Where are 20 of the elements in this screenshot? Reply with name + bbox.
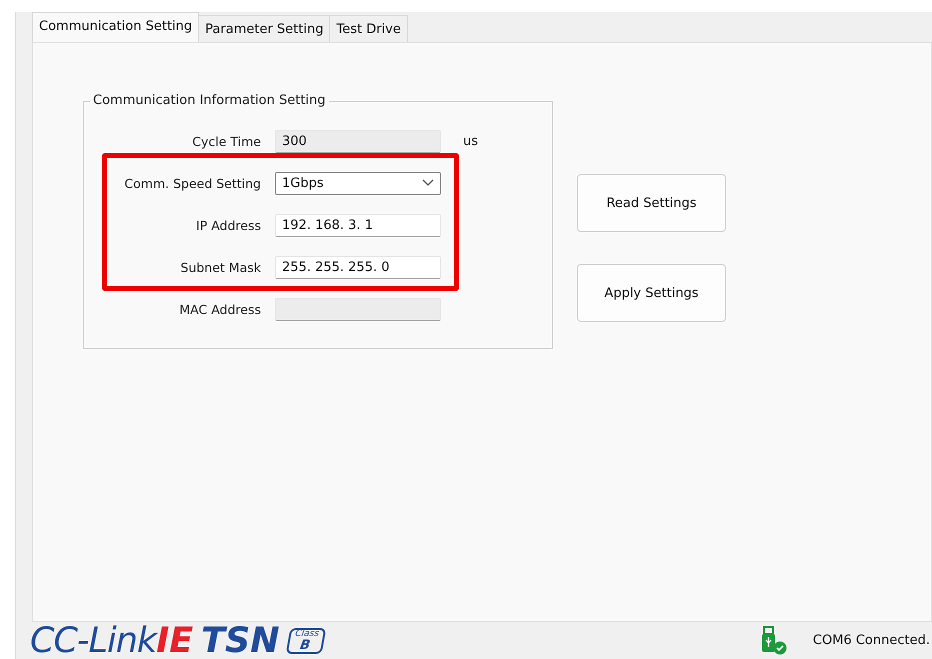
logo-accent-text: IE [156, 620, 194, 659]
tab[interactable]: Test Drive [329, 15, 408, 42]
logo-text: CC-Link [30, 620, 156, 659]
logo-suffix-text: TSN [201, 620, 280, 659]
text-field[interactable]: 192. 168. 3. 1 [275, 214, 441, 236]
field-label: MAC Address [178, 302, 261, 316]
field-label: Cycle Time [191, 134, 261, 148]
unit-label: us [463, 134, 480, 148]
group-title: Communication Information Setting [90, 93, 329, 108]
field-label: Subnet Mask [180, 260, 261, 274]
tab[interactable]: Communication Setting [32, 12, 200, 42]
field-label: Comm. Speed Setting [123, 176, 261, 190]
settings-button[interactable]: Apply Settings [577, 264, 726, 322]
chevron-down-icon [422, 179, 434, 187]
field-label: IP Address [195, 218, 261, 232]
dropdown[interactable]: 1Gbps [275, 172, 441, 194]
text-field[interactable]: 255. 255. 255. 0 [275, 256, 441, 278]
status-text: COM6 Connected. [812, 633, 930, 648]
settings-button[interactable]: Read Settings [577, 174, 726, 232]
readonly-field: 300 [275, 130, 441, 152]
